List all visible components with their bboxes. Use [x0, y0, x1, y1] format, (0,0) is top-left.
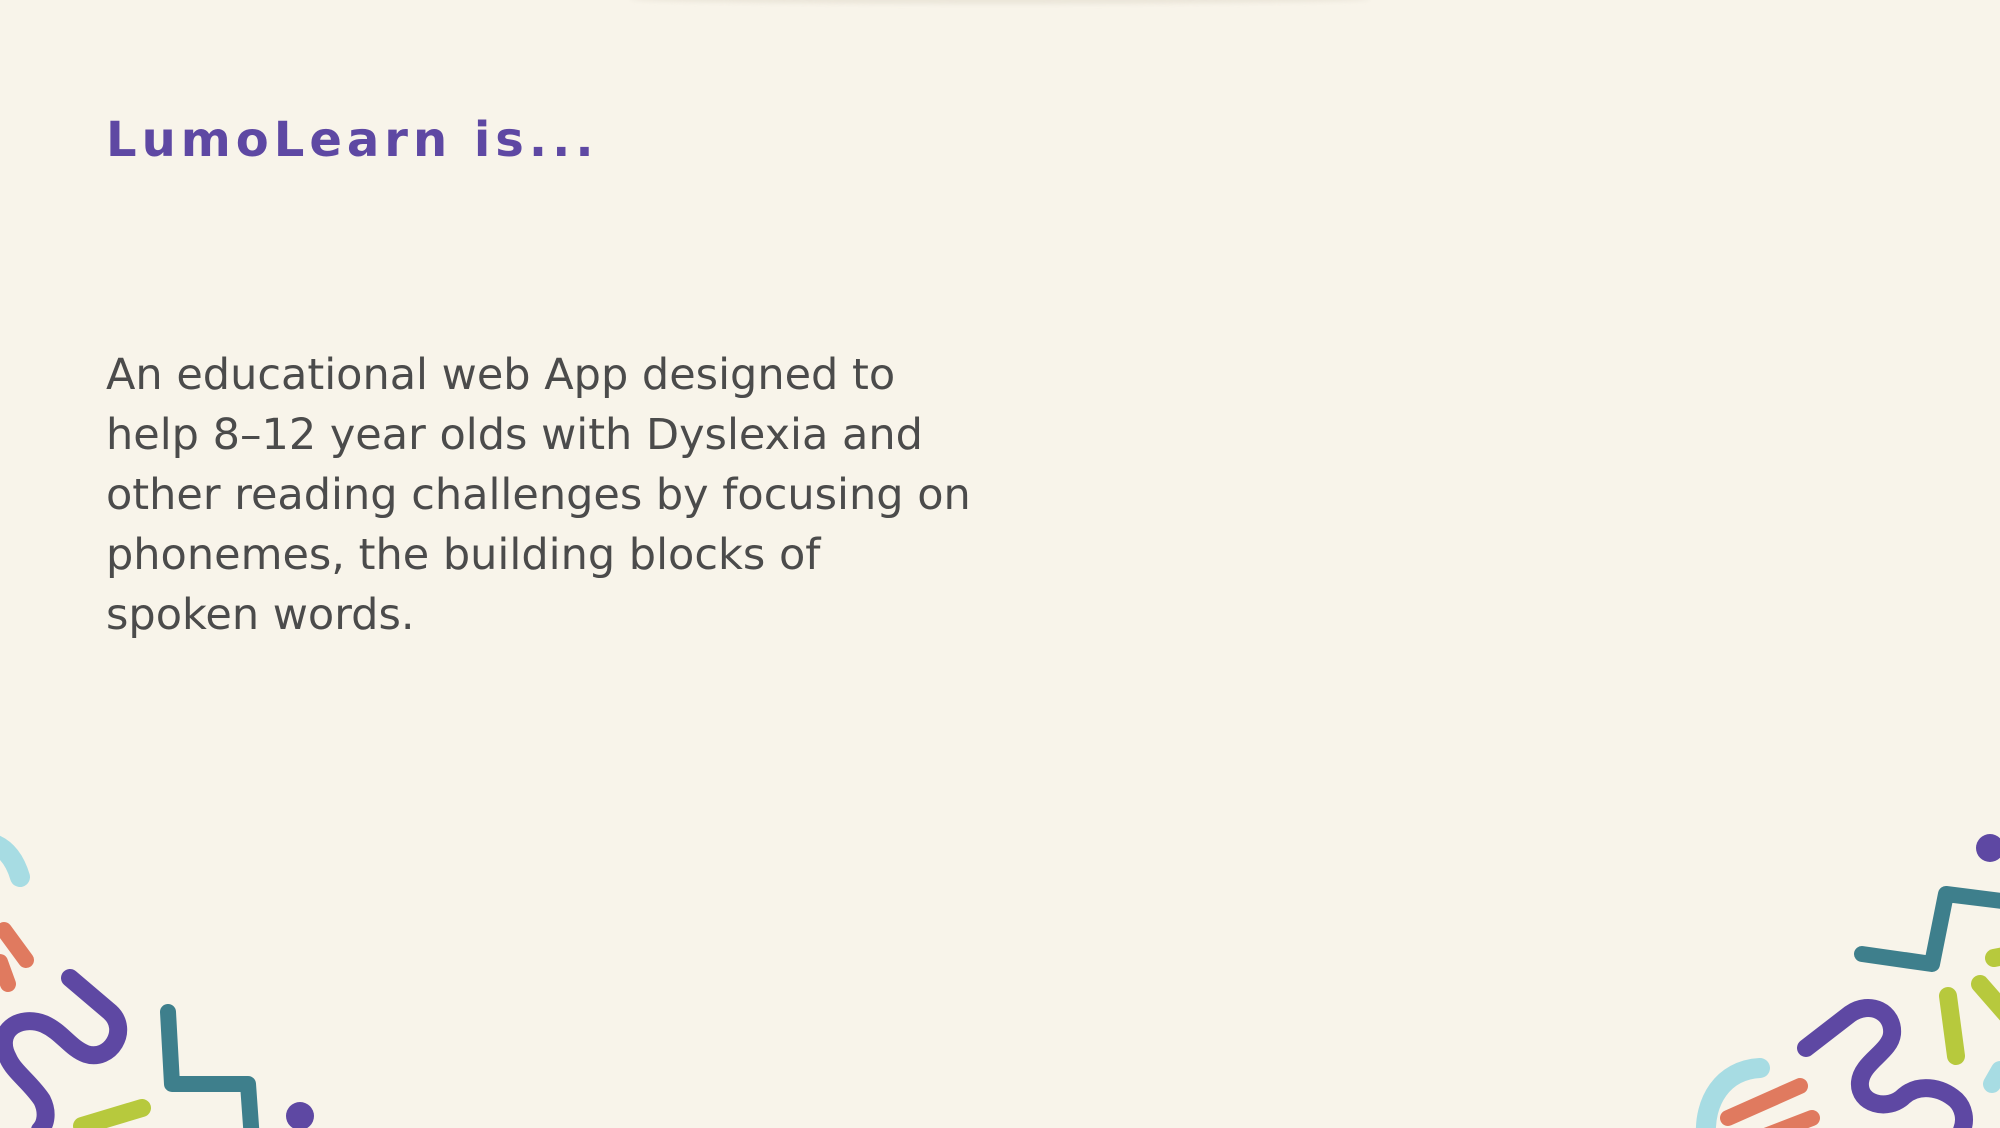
decorative-squiggles-left [0, 835, 314, 1128]
light-blue-arc-shape [0, 835, 30, 887]
teal-step-shape [1854, 886, 2000, 972]
lime-line-shape [73, 1099, 151, 1128]
description-line-5: spoken words. [106, 590, 415, 640]
presentation-slide: LumoLearn is... An educational web App d… [0, 0, 2000, 1128]
slide-heading: LumoLearn is... [106, 112, 599, 168]
coral-line-shape [1763, 1110, 1820, 1128]
slide-description: An educational web App designed to help … [106, 345, 971, 645]
light-blue-arc-shape [1983, 1061, 2000, 1093]
description-line-3: other reading challenges by focusing on [106, 470, 971, 520]
purple-squiggle-shape [1797, 999, 1973, 1128]
lime-line-shape [1939, 987, 1965, 1065]
top-shadow-decoration [630, 0, 1370, 4]
description-line-2: help 8–12 year olds with Dyslexia and [106, 410, 923, 460]
light-blue-arc-shape [1695, 1058, 1770, 1128]
coral-line-shape [0, 922, 34, 968]
purple-squiggle-shape [0, 969, 128, 1128]
decorative-squiggles-right [1695, 834, 2000, 1128]
lime-line-shape [1971, 975, 2000, 1021]
purple-dot-shape [1976, 834, 2000, 862]
purple-dot-shape [286, 1102, 314, 1128]
coral-line-shape [0, 954, 16, 992]
lime-line-shape [1985, 947, 2000, 967]
description-line-1: An educational web App designed to [106, 350, 896, 400]
description-line-4: phonemes, the building blocks of [106, 530, 821, 580]
teal-step-shape [160, 1004, 260, 1128]
coral-line-shape [1720, 1078, 1808, 1126]
